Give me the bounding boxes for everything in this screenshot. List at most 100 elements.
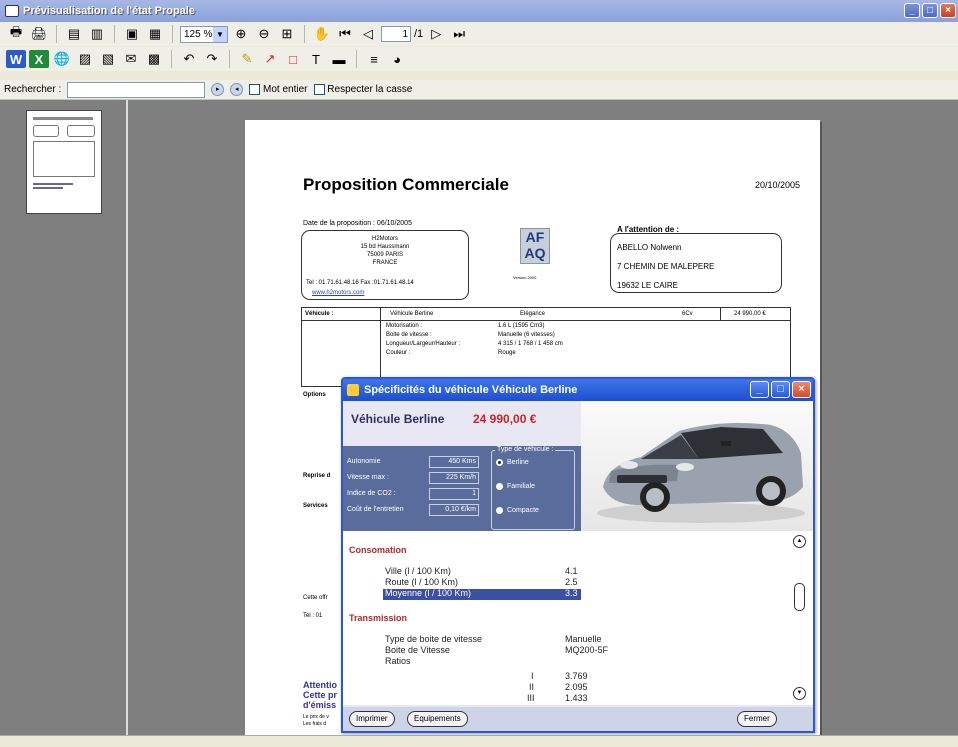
previous-page-icon[interactable]: ◁: [358, 25, 378, 43]
whole-word-option[interactable]: Mot entier: [249, 83, 308, 95]
page-icon[interactable]: ▥: [87, 25, 107, 43]
spec-value-field[interactable]: 450 Kms: [429, 456, 479, 468]
arrow-icon[interactable]: ↗: [260, 50, 280, 68]
search-next-icon[interactable]: ▸: [211, 83, 225, 96]
dialog-controls: _ □ ×: [750, 381, 811, 398]
vehicle-price: 24 990,00 €: [734, 311, 766, 317]
tel-line: Tel : 01: [303, 613, 323, 619]
sender-name: H2Motors: [371, 236, 398, 242]
color-icon[interactable]: ◕: [387, 50, 407, 68]
dialog-minimize-button[interactable]: _: [750, 381, 769, 398]
excel-export-icon[interactable]: X: [29, 50, 49, 68]
reprise-label: Reprise d: [303, 473, 331, 479]
xml-export-icon[interactable]: ▧: [98, 50, 118, 68]
text-icon[interactable]: T: [306, 50, 326, 68]
highlight-icon[interactable]: ▬: [329, 50, 349, 68]
small-line-2: Les frais d: [303, 721, 327, 727]
hand-icon[interactable]: ✋: [312, 25, 332, 43]
dialog-vehicle-price: 24 990,00 €: [473, 412, 537, 426]
radio-compacte[interactable]: Compacte: [496, 507, 539, 514]
sender-box: H2Motors 15 bd Haussmann 75009 PARIS FRA…: [301, 230, 469, 300]
spec-co2: Indice de CO2 : 1: [347, 488, 479, 500]
match-case-option[interactable]: Respecter la casse: [313, 83, 413, 96]
web-export-icon[interactable]: 🌐: [52, 50, 72, 68]
fax-icon[interactable]: ▩: [144, 50, 164, 68]
maximize-button[interactable]: □: [922, 3, 938, 18]
gearbox-value: MQ200-5F: [565, 645, 609, 655]
pen-icon[interactable]: ✎: [237, 50, 257, 68]
ratio-gear: III: [527, 693, 535, 703]
vehicle-table: Véhicule : Véhicule Berline Elégance 6Cv…: [301, 307, 791, 388]
next-page-icon[interactable]: ▷: [426, 25, 446, 43]
last-page-icon[interactable]: ⏭: [449, 25, 469, 43]
dialog-close-button[interactable]: ×: [792, 381, 811, 398]
zoom-out-icon[interactable]: ⊖: [254, 25, 274, 43]
vehicle-label: Véhicule :: [305, 311, 334, 317]
search-label: Rechercher :: [4, 84, 62, 95]
spec-label: Coût de l'entretien: [347, 506, 404, 513]
equipment-button[interactable]: Equipements: [407, 711, 468, 727]
radio-berline[interactable]: Berline: [496, 459, 529, 466]
specs-panel: Autonomie 450 Kms Vitesse max : 225 Km/h…: [343, 446, 583, 532]
details-scrollbar[interactable]: ▲ ▼: [791, 531, 809, 705]
gearbox-label: Boite de Vitesse: [385, 645, 450, 655]
ratios-label: Ratios: [385, 656, 411, 666]
printer-icon[interactable]: 🖨: [29, 25, 49, 43]
spec-label: Indice de CO2 :: [347, 490, 396, 497]
one-page-icon[interactable]: ▣: [122, 25, 142, 43]
scroll-down-icon[interactable]: ▼: [793, 687, 806, 700]
page-setup-icon[interactable]: ▤: [64, 25, 84, 43]
print-button[interactable]: Imprimer: [349, 711, 395, 727]
sender-address2: 75009 PARIS: [367, 252, 403, 258]
spec-max-speed: Vitesse max : 225 Km/h: [347, 472, 479, 484]
spec-value-field[interactable]: 0,10 €/km: [429, 504, 479, 516]
word-export-icon[interactable]: W: [6, 50, 26, 68]
match-case-checkbox[interactable]: [313, 83, 325, 95]
first-page-icon[interactable]: ⏮: [335, 25, 355, 43]
page-thumbnail[interactable]: [26, 110, 102, 214]
document-date: 20/10/2005: [755, 180, 801, 190]
dialog-title: Spécificités du véhicule Véhicule Berlin…: [364, 384, 578, 396]
window-controls: _ □ ×: [904, 3, 956, 18]
dialog-vehicle-name: Véhicule Berline: [351, 412, 445, 426]
rectangle-icon[interactable]: □: [283, 50, 303, 68]
scroll-up-icon[interactable]: ▲: [793, 535, 806, 548]
redo-icon[interactable]: ↷: [202, 50, 222, 68]
radio-familiale[interactable]: Familiale: [496, 483, 535, 490]
page-number-input[interactable]: [381, 26, 411, 42]
detail-value: 4 315 / 1 768 / 1 458 cm: [498, 341, 563, 347]
mail-icon[interactable]: ✉: [121, 50, 141, 68]
close-button[interactable]: ×: [940, 3, 956, 18]
print-icon[interactable]: 🖶: [6, 24, 26, 43]
scroll-thumb[interactable]: [794, 583, 805, 611]
search-input[interactable]: [67, 81, 206, 98]
align-icon[interactable]: ≡: [364, 50, 384, 68]
whole-word-checkbox[interactable]: [249, 83, 261, 95]
spec-value-field[interactable]: 1: [429, 488, 479, 500]
attention-name: ABELLO Nolwenn: [617, 243, 682, 252]
vehicle-detail-values: 1.6 L (1595 Cm3) Manuelle (6 vitesses) 4…: [498, 322, 563, 358]
minimize-button[interactable]: _: [904, 3, 920, 18]
dialog-maximize-button[interactable]: □: [771, 381, 790, 398]
radio-label: Compacte: [507, 507, 539, 514]
pdf-export-icon[interactable]: ▨: [75, 50, 95, 68]
transmission-title: Transmission: [349, 613, 408, 623]
attention-note-1: Attentio: [303, 680, 337, 690]
detail-value: Manuelle (6 vitesses): [498, 332, 555, 338]
fullscreen-icon[interactable]: ▦: [145, 25, 165, 43]
zoom-in-icon[interactable]: ⊕: [231, 25, 251, 43]
vehicle-type-group: Type de véhicule : Berline Familiale Com…: [491, 446, 575, 530]
close-dialog-button[interactable]: Fermer: [737, 711, 777, 727]
consumption-road-label: Route (l / 100 Km): [385, 577, 459, 587]
spec-value-field[interactable]: 225 Km/h: [429, 472, 479, 484]
zoom-page-icon[interactable]: ⊞: [277, 25, 297, 43]
zoom-select[interactable]: 125 % ▼: [180, 25, 228, 43]
match-case-label: Respecter la casse: [327, 84, 413, 96]
vehicle-power: 6Cv: [682, 311, 693, 317]
sender-website[interactable]: www.h2motors.com: [312, 289, 364, 297]
vehicle-specs-dialog: Spécificités du véhicule Véhicule Berlin…: [341, 377, 815, 733]
undo-icon[interactable]: ↶: [179, 50, 199, 68]
vehicle-header-row: Véhicule : Véhicule Berline Elégance 6Cv…: [302, 308, 790, 321]
detail-value: Rouge: [498, 350, 516, 356]
search-previous-icon[interactable]: ◂: [230, 83, 244, 96]
